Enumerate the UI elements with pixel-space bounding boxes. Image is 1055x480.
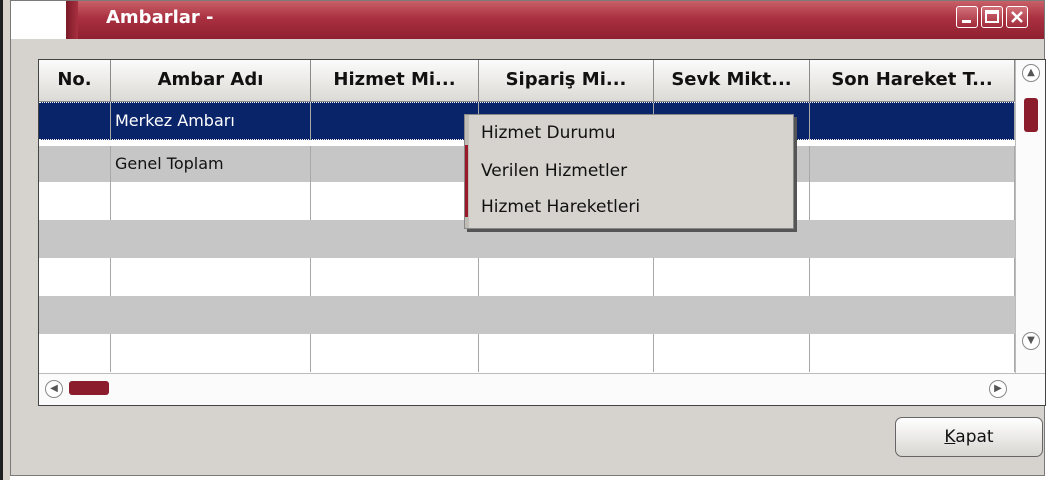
menu-item-verilen-hizmetler[interactable]: Verilen Hizmetler [481, 161, 627, 181]
table-cell [311, 258, 479, 296]
ambarlar-window: Ambarlar - No. Ambar Adı Hizmet Mi... Si… [10, 0, 1046, 476]
table-cell [311, 103, 479, 141]
horizontal-scrollbar[interactable]: ◀ ▶ [39, 373, 1045, 405]
table-cell [654, 334, 810, 372]
table-cell [311, 182, 479, 220]
table-cell [39, 146, 111, 184]
table-cell [810, 146, 1015, 184]
menu-accent [465, 145, 468, 217]
table-row[interactable] [39, 258, 1015, 296]
table-row[interactable] [39, 296, 1015, 334]
table-cell [311, 146, 479, 184]
table-cell-name: Merkez Ambarı [111, 103, 311, 141]
table-cell [39, 103, 111, 141]
table-row[interactable] [39, 334, 1015, 373]
close-button[interactable]: Kapat [895, 417, 1043, 457]
table-cell [810, 182, 1015, 220]
column-header-hizmet-miktari[interactable]: Hizmet Mi... [311, 60, 479, 102]
table-cell [654, 258, 810, 296]
table-cell [111, 258, 311, 296]
column-header-no[interactable]: No. [39, 60, 111, 102]
close-icon[interactable] [1006, 6, 1028, 28]
menu-item-hizmet-durumu[interactable]: Hizmet Durumu [481, 123, 615, 143]
table-cell [39, 258, 111, 296]
close-button-hotkey: K [944, 427, 956, 447]
table-cell [479, 334, 654, 372]
horizontal-scroll-thumb[interactable] [69, 381, 109, 395]
scroll-right-icon[interactable]: ▶ [989, 380, 1007, 398]
table-cell [111, 182, 311, 220]
table-cell [311, 334, 479, 372]
scroll-down-icon[interactable]: ▼ [1022, 332, 1040, 350]
context-menu: Hizmet Durumu Verilen Hizmetler Hizmet H… [464, 114, 794, 229]
ambar-grid: No. Ambar Adı Hizmet Mi... Sipariş Mi...… [38, 59, 1046, 406]
vertical-scroll-thumb[interactable] [1024, 98, 1038, 132]
close-button-label: apat [955, 427, 994, 447]
window-title: Ambarlar - [106, 7, 214, 28]
table-cell [39, 182, 111, 220]
scroll-up-icon[interactable]: ▲ [1022, 64, 1040, 82]
maximize-icon[interactable] [981, 6, 1003, 28]
table-cell [810, 103, 1015, 141]
background-edge-line [0, 0, 3, 480]
column-header-son-hareket-tarihi[interactable]: Son Hareket T... [810, 60, 1015, 102]
column-header-ambar-adi[interactable]: Ambar Adı [111, 60, 311, 102]
vertical-scrollbar[interactable]: ▲ ▼ [1015, 60, 1045, 373]
scroll-left-icon[interactable]: ◀ [45, 380, 63, 398]
title-bar[interactable]: Ambarlar - [11, 1, 1044, 39]
table-cell [810, 258, 1015, 296]
table-cell [479, 258, 654, 296]
table-cell [810, 334, 1015, 372]
column-header-sevk-miktari[interactable]: Sevk Mikt... [654, 60, 810, 102]
minimize-icon[interactable] [956, 6, 978, 28]
table-cell [111, 334, 311, 372]
column-header-siparis-miktari[interactable]: Sipariş Mi... [479, 60, 654, 102]
title-notch-shadow [66, 1, 78, 39]
title-notch [11, 1, 66, 39]
table-cell [39, 334, 111, 372]
table-cell-name: Genel Toplam [111, 146, 311, 184]
menu-item-hizmet-hareketleri[interactable]: Hizmet Hareketleri [481, 197, 640, 217]
